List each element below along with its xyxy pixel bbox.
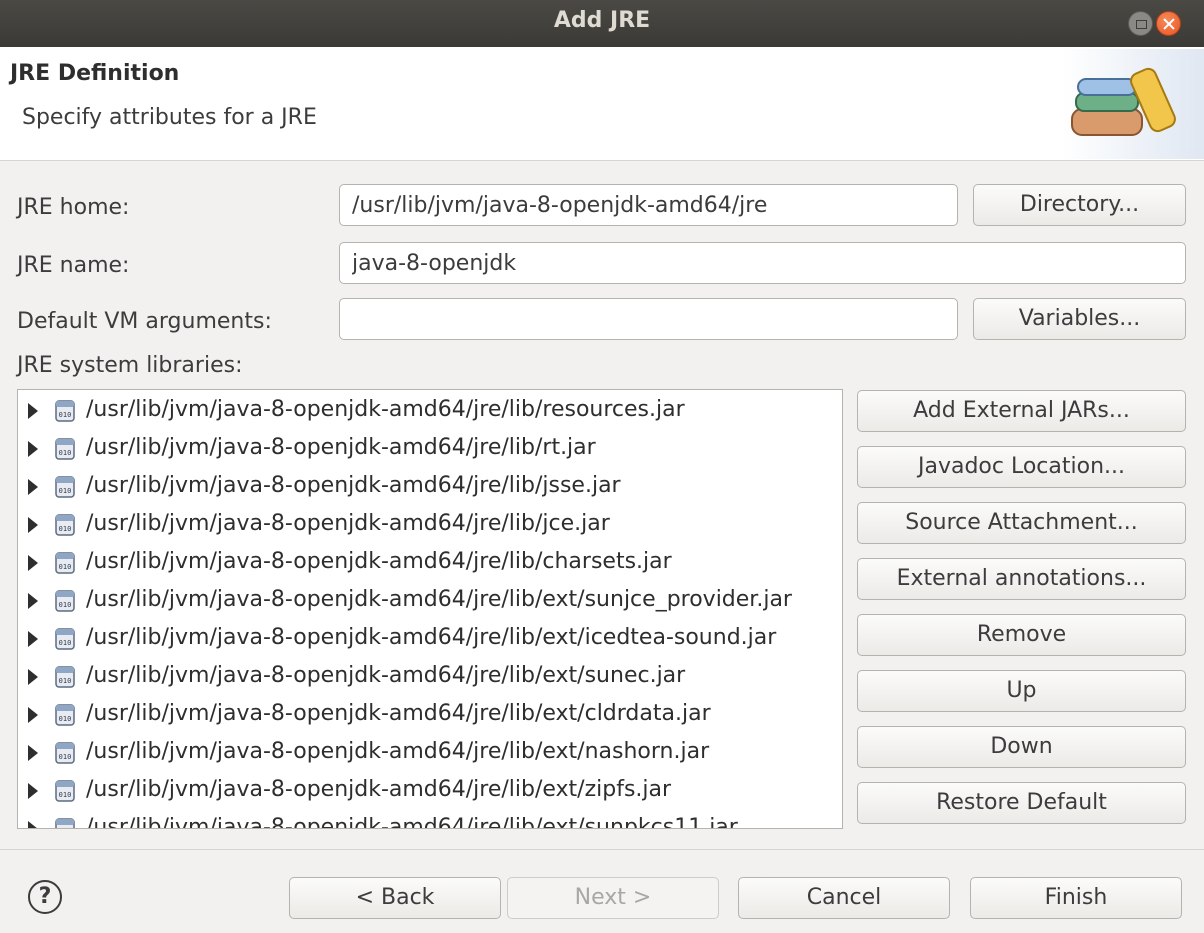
help-icon[interactable]: ? xyxy=(28,880,62,914)
jar-icon: 010 xyxy=(54,779,76,803)
expand-arrow-icon[interactable] xyxy=(28,517,38,533)
jar-icon: 010 xyxy=(54,741,76,765)
library-path: /usr/lib/jvm/java-8-openjdk-amd64/jre/li… xyxy=(86,549,672,574)
jre-name-label: JRE name: xyxy=(17,253,130,278)
expand-arrow-icon[interactable] xyxy=(28,707,38,723)
jar-icon: 010 xyxy=(54,665,76,689)
library-row[interactable]: 010/usr/lib/jvm/java-8-openjdk-amd64/jre… xyxy=(18,392,842,430)
library-path: /usr/lib/jvm/java-8-openjdk-amd64/jre/li… xyxy=(86,739,710,764)
library-row[interactable]: 010/usr/lib/jvm/java-8-openjdk-amd64/jre… xyxy=(18,620,842,658)
expand-arrow-icon[interactable] xyxy=(28,403,38,419)
add-external-jars-button[interactable]: Add External JARs... xyxy=(857,390,1186,432)
library-row[interactable]: 010/usr/lib/jvm/java-8-openjdk-amd64/jre… xyxy=(18,582,842,620)
library-path: /usr/lib/jvm/java-8-openjdk-amd64/jre/li… xyxy=(86,701,711,726)
svg-text:010: 010 xyxy=(59,601,72,609)
svg-text:010: 010 xyxy=(59,487,72,495)
svg-text:010: 010 xyxy=(59,525,72,533)
svg-text:010: 010 xyxy=(59,791,72,799)
library-path: /usr/lib/jvm/java-8-openjdk-amd64/jre/li… xyxy=(86,435,596,460)
library-path: /usr/lib/jvm/java-8-openjdk-amd64/jre/li… xyxy=(86,587,792,612)
jar-icon: 010 xyxy=(54,513,76,537)
restore-default-button[interactable]: Restore Default xyxy=(857,782,1186,824)
directory-button[interactable]: Directory... xyxy=(973,184,1186,226)
back-button[interactable]: < Back xyxy=(289,877,501,919)
jar-icon: 010 xyxy=(54,703,76,727)
library-path: /usr/lib/jvm/java-8-openjdk-amd64/jre/li… xyxy=(86,473,621,498)
library-path: /usr/lib/jvm/java-8-openjdk-amd64/jre/li… xyxy=(86,777,672,802)
jar-icon: 010 xyxy=(54,627,76,651)
library-path: /usr/lib/jvm/java-8-openjdk-amd64/jre/li… xyxy=(86,397,685,422)
next-button: Next > xyxy=(507,877,719,919)
books-banner-icon xyxy=(1062,49,1204,159)
close-icon[interactable] xyxy=(1156,11,1181,36)
expand-arrow-icon[interactable] xyxy=(28,821,38,828)
svg-text:010: 010 xyxy=(59,639,72,647)
up-button[interactable]: Up xyxy=(857,670,1186,712)
jre-name-input[interactable] xyxy=(339,242,1186,284)
libraries-label: JRE system libraries: xyxy=(17,353,243,378)
svg-text:010: 010 xyxy=(59,753,72,761)
expand-arrow-icon[interactable] xyxy=(28,745,38,761)
expand-arrow-icon[interactable] xyxy=(28,479,38,495)
title-bar: Add JRE xyxy=(0,0,1204,47)
external-annotations-button[interactable]: External annotations... xyxy=(857,558,1186,600)
jre-home-input[interactable] xyxy=(339,184,958,226)
library-row[interactable]: 010/usr/lib/jvm/java-8-openjdk-amd64/jre… xyxy=(18,810,842,829)
jar-icon: 010 xyxy=(54,399,76,423)
svg-text:010: 010 xyxy=(59,449,72,457)
cancel-button[interactable]: Cancel xyxy=(738,877,950,919)
jar-icon: 010 xyxy=(54,817,76,828)
remove-button[interactable]: Remove xyxy=(857,614,1186,656)
vm-args-label: Default VM arguments: xyxy=(17,309,272,334)
library-row[interactable]: 010/usr/lib/jvm/java-8-openjdk-amd64/jre… xyxy=(18,772,842,810)
page-title: JRE Definition xyxy=(10,61,180,86)
library-row[interactable]: 010/usr/lib/jvm/java-8-openjdk-amd64/jre… xyxy=(18,658,842,696)
svg-text:010: 010 xyxy=(59,563,72,571)
variables-button[interactable]: Variables... xyxy=(973,298,1186,340)
expand-arrow-icon[interactable] xyxy=(28,669,38,685)
library-row[interactable]: 010/usr/lib/jvm/java-8-openjdk-amd64/jre… xyxy=(18,696,842,734)
page-subtitle: Specify attributes for a JRE xyxy=(22,105,317,130)
expand-arrow-icon[interactable] xyxy=(28,593,38,609)
library-row[interactable]: 010/usr/lib/jvm/java-8-openjdk-amd64/jre… xyxy=(18,468,842,506)
svg-text:010: 010 xyxy=(59,677,72,685)
libraries-tree[interactable]: 010/usr/lib/jvm/java-8-openjdk-amd64/jre… xyxy=(17,389,843,829)
window-title: Add JRE xyxy=(553,8,651,33)
finish-button[interactable]: Finish xyxy=(970,877,1182,919)
jar-icon: 010 xyxy=(54,437,76,461)
expand-arrow-icon[interactable] xyxy=(28,631,38,647)
library-path: /usr/lib/jvm/java-8-openjdk-amd64/jre/li… xyxy=(86,625,777,650)
library-row[interactable]: 010/usr/lib/jvm/java-8-openjdk-amd64/jre… xyxy=(18,734,842,772)
javadoc-location-button[interactable]: Javadoc Location... xyxy=(857,446,1186,488)
jre-home-label: JRE home: xyxy=(17,195,130,220)
library-row[interactable]: 010/usr/lib/jvm/java-8-openjdk-amd64/jre… xyxy=(18,544,842,582)
library-path: /usr/lib/jvm/java-8-openjdk-amd64/jre/li… xyxy=(86,815,738,829)
wizard-header: JRE Definition Specify attributes for a … xyxy=(0,47,1204,161)
vm-args-input[interactable] xyxy=(339,298,958,340)
down-button[interactable]: Down xyxy=(857,726,1186,768)
library-row[interactable]: 010/usr/lib/jvm/java-8-openjdk-amd64/jre… xyxy=(18,430,842,468)
maximize-icon[interactable] xyxy=(1128,11,1153,36)
library-path: /usr/lib/jvm/java-8-openjdk-amd64/jre/li… xyxy=(86,663,686,688)
expand-arrow-icon[interactable] xyxy=(28,555,38,571)
expand-arrow-icon[interactable] xyxy=(28,783,38,799)
svg-text:010: 010 xyxy=(59,715,72,723)
svg-text:010: 010 xyxy=(59,411,72,419)
library-path: /usr/lib/jvm/java-8-openjdk-amd64/jre/li… xyxy=(86,511,610,536)
jar-icon: 010 xyxy=(54,589,76,613)
expand-arrow-icon[interactable] xyxy=(28,441,38,457)
library-row[interactable]: 010/usr/lib/jvm/java-8-openjdk-amd64/jre… xyxy=(18,506,842,544)
footer-separator xyxy=(0,849,1204,850)
jar-icon: 010 xyxy=(54,475,76,499)
jar-icon: 010 xyxy=(54,551,76,575)
source-attachment-button[interactable]: Source Attachment... xyxy=(857,502,1186,544)
